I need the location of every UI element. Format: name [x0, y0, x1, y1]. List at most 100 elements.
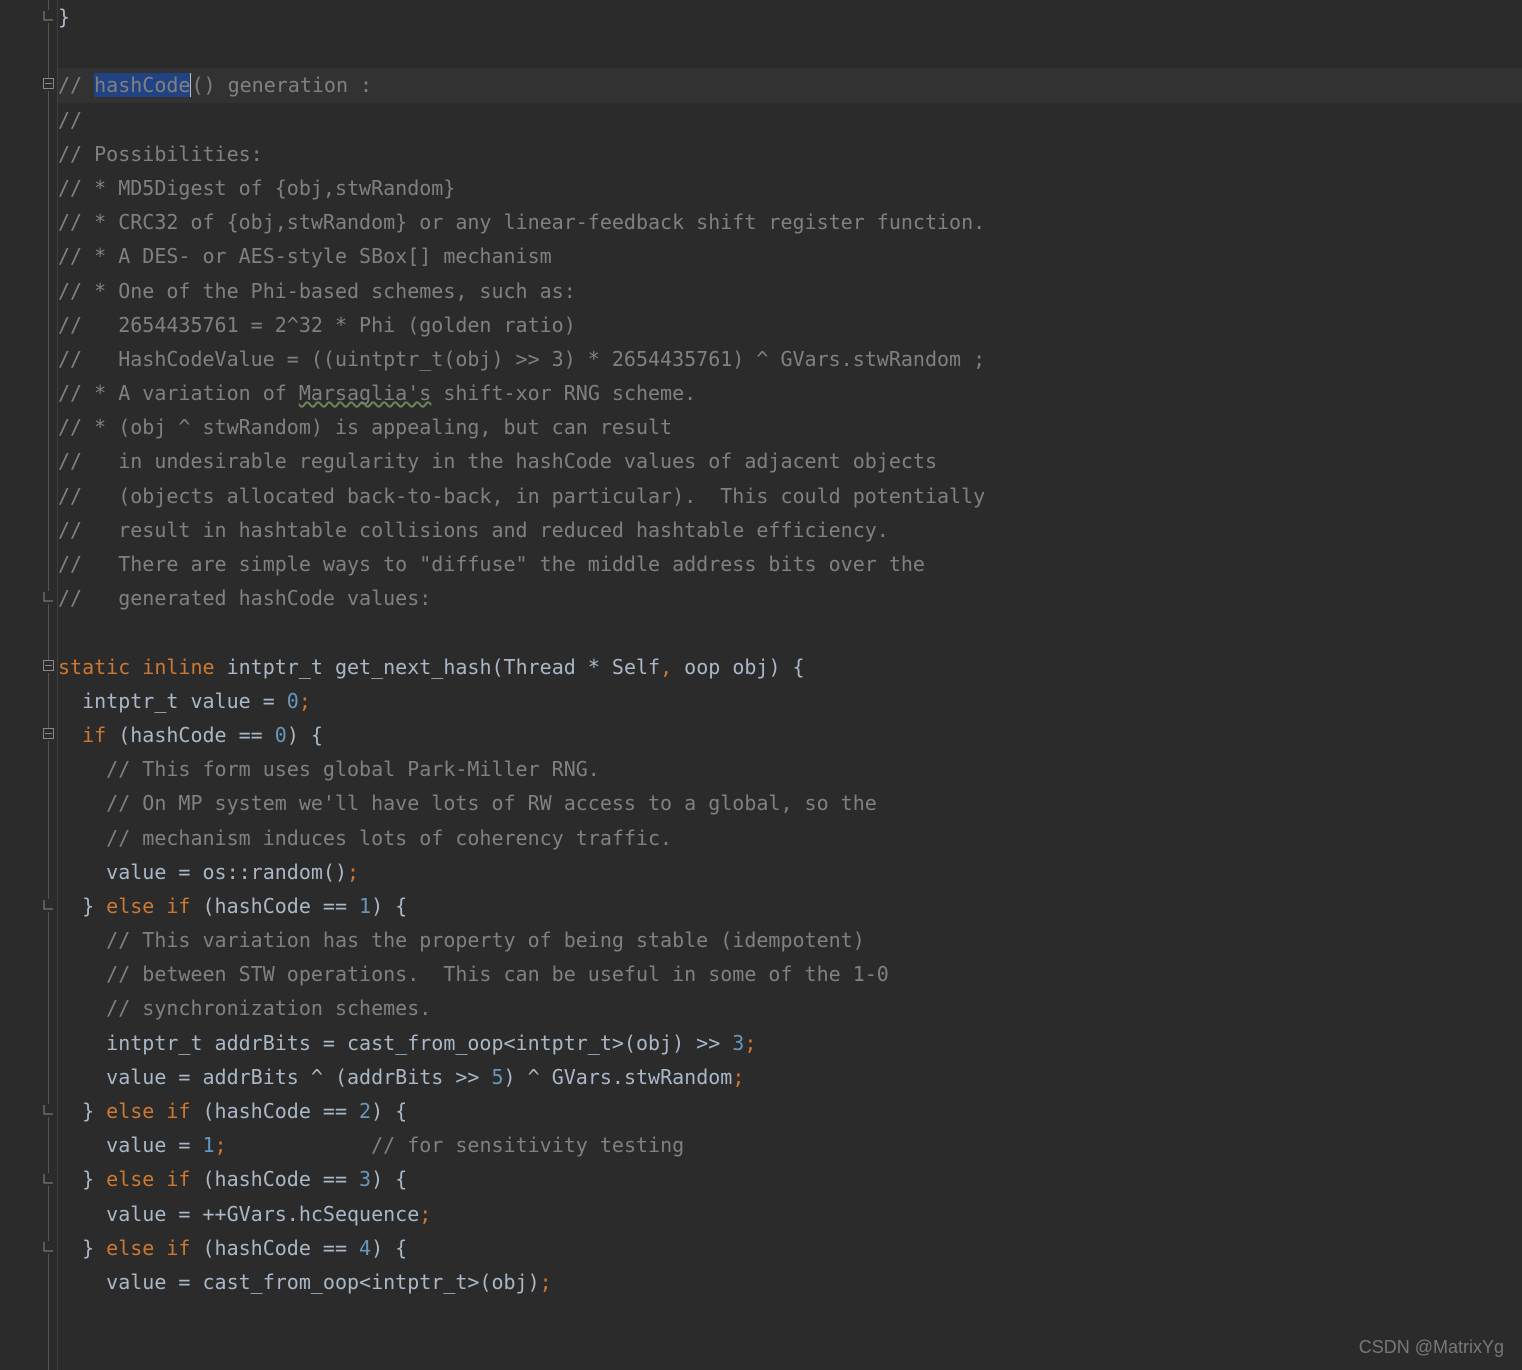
code-line[interactable]: } else if (hashCode == 4) { [58, 1231, 1522, 1265]
code-line[interactable]: intptr_t addrBits = cast_from_oop<intptr… [58, 1026, 1522, 1060]
code-token: 2 [359, 1099, 371, 1123]
code-line[interactable]: // This form uses global Park-Miller RNG… [58, 752, 1522, 786]
fold-guide-line [48, 0, 49, 1370]
code-token: ; [419, 1202, 431, 1226]
fold-end-icon[interactable] [42, 1173, 55, 1186]
code-line[interactable]: // There are simple ways to "diffuse" th… [58, 547, 1522, 581]
code-token: (Thread * Self [492, 655, 661, 679]
code-token: ) { [371, 1236, 407, 1260]
code-token: oop obj) { [672, 655, 804, 679]
fold-end-icon[interactable] [42, 10, 55, 23]
code-line[interactable]: // (objects allocated back-to-back, in p… [58, 479, 1522, 513]
code-token: } [58, 5, 70, 29]
code-token: // synchronization schemes. [58, 996, 431, 1020]
code-token: // * MD5Digest of {obj,stwRandom} [58, 176, 455, 200]
fold-end-icon[interactable] [42, 1241, 55, 1254]
code-token: 3 [732, 1031, 744, 1055]
code-line[interactable]: // mechanism induces lots of coherency t… [58, 821, 1522, 855]
code-token: ) { [371, 894, 407, 918]
code-line[interactable]: value = cast_from_oop<intptr_t>(obj); [58, 1265, 1522, 1299]
fold-end-icon[interactable] [42, 591, 55, 604]
code-line[interactable]: // result in hashtable collisions and re… [58, 513, 1522, 547]
code-line[interactable]: // * CRC32 of {obj,stwRandom} or any lin… [58, 205, 1522, 239]
code-token [58, 723, 82, 747]
code-token: // * CRC32 of {obj,stwRandom} or any lin… [58, 210, 985, 234]
code-token: // This form uses global Park-Miller RNG… [58, 757, 600, 781]
code-token: value = cast_from_oop<intptr_t>(obj) [58, 1270, 540, 1294]
code-token: // in undesirable regularity in the hash… [58, 449, 937, 473]
code-token: value = os::random() [58, 860, 347, 884]
editor-gutter [0, 0, 58, 1370]
code-line[interactable]: // * MD5Digest of {obj,stwRandom} [58, 171, 1522, 205]
code-token: ) { [371, 1099, 407, 1123]
code-token: 4 [359, 1236, 371, 1260]
code-line[interactable]: // On MP system we'll have lots of RW ac… [58, 786, 1522, 820]
code-line[interactable]: value = addrBits ^ (addrBits >> 5) ^ GVa… [58, 1060, 1522, 1094]
code-line[interactable]: // in undesirable regularity in the hash… [58, 444, 1522, 478]
code-token: else if [106, 1167, 190, 1191]
code-line[interactable]: // Possibilities: [58, 137, 1522, 171]
fold-collapse-icon[interactable] [42, 660, 55, 673]
code-token: // * One of the Phi-based schemes, such … [58, 279, 576, 303]
code-line[interactable]: // between STW operations. This can be u… [58, 957, 1522, 991]
code-token: // mechanism induces lots of coherency t… [58, 826, 672, 850]
code-line[interactable]: if (hashCode == 0) { [58, 718, 1522, 752]
fold-end-icon[interactable] [42, 1104, 55, 1117]
code-token: ; [732, 1065, 744, 1089]
code-line[interactable]: // synchronization schemes. [58, 991, 1522, 1025]
code-line[interactable]: } else if (hashCode == 1) { [58, 889, 1522, 923]
fold-collapse-icon[interactable] [42, 78, 55, 91]
code-editor[interactable]: }// hashCode() generation ://// Possibil… [0, 0, 1522, 1370]
code-token: } [58, 1099, 106, 1123]
code-line[interactable]: } else if (hashCode == 3) { [58, 1162, 1522, 1196]
code-token: ; [347, 860, 359, 884]
code-line[interactable]: value = ++GVars.hcSequence; [58, 1197, 1522, 1231]
code-token: , [660, 655, 672, 679]
code-token: hashCode [94, 73, 190, 97]
code-token: } [58, 1167, 106, 1191]
code-token: 0 [275, 723, 287, 747]
code-line[interactable] [58, 615, 1522, 649]
code-token: 3 [359, 1167, 371, 1191]
code-line[interactable]: intptr_t value = 0; [58, 684, 1522, 718]
code-token: // * A DES- or AES-style SBox[] mechanis… [58, 244, 552, 268]
code-token: // result in hashtable collisions and re… [58, 518, 889, 542]
fold-collapse-icon[interactable] [42, 728, 55, 741]
code-line[interactable]: // HashCodeValue = ((uintptr_t(obj) >> 3… [58, 342, 1522, 376]
code-line[interactable] [58, 34, 1522, 68]
code-line[interactable]: // * A variation of Marsaglia's shift-xo… [58, 376, 1522, 410]
code-line[interactable]: value = 1; // for sensitivity testing [58, 1128, 1522, 1162]
code-line[interactable]: static inline intptr_t get_next_hash(Thr… [58, 650, 1522, 684]
code-area[interactable]: }// hashCode() generation ://// Possibil… [58, 0, 1522, 1370]
code-line[interactable]: // This variation has the property of be… [58, 923, 1522, 957]
code-token: intptr_t addrBits = cast_from_oop<intptr… [58, 1031, 732, 1055]
code-token: else if [106, 1099, 190, 1123]
code-line[interactable]: // * One of the Phi-based schemes, such … [58, 274, 1522, 308]
code-token: 1 [359, 894, 371, 918]
code-line[interactable]: // [58, 103, 1522, 137]
code-token: else if [106, 894, 190, 918]
code-line[interactable]: // * A DES- or AES-style SBox[] mechanis… [58, 239, 1522, 273]
code-line[interactable]: } else if (hashCode == 2) { [58, 1094, 1522, 1128]
code-line[interactable]: // generated hashCode values: [58, 581, 1522, 615]
code-token: // * (obj ^ stwRandom) is appealing, but… [58, 415, 672, 439]
code-token: // between STW operations. This can be u… [58, 962, 889, 986]
code-token: } [58, 1236, 106, 1260]
fold-end-icon[interactable] [42, 899, 55, 912]
code-line[interactable]: // * (obj ^ stwRandom) is appealing, but… [58, 410, 1522, 444]
code-token: // 2654435761 = 2^32 * Phi (golden ratio… [58, 313, 576, 337]
code-token: else if [106, 1236, 190, 1260]
code-token: 1 [203, 1133, 215, 1157]
code-line[interactable]: // 2654435761 = 2^32 * Phi (golden ratio… [58, 308, 1522, 342]
code-token: intptr_t [215, 655, 335, 679]
code-token: value = [58, 1133, 203, 1157]
code-token: Marsaglia's [299, 381, 431, 405]
watermark-text: CSDN @MatrixYg [1359, 1337, 1504, 1358]
code-token: // generated hashCode values: [58, 586, 431, 610]
code-line[interactable]: } [58, 0, 1522, 34]
code-line[interactable]: value = os::random(); [58, 855, 1522, 889]
code-token: ) { [287, 723, 323, 747]
code-token: } [58, 894, 106, 918]
code-token: // for sensitivity testing [371, 1133, 684, 1157]
code-token: // * A variation of [58, 381, 299, 405]
